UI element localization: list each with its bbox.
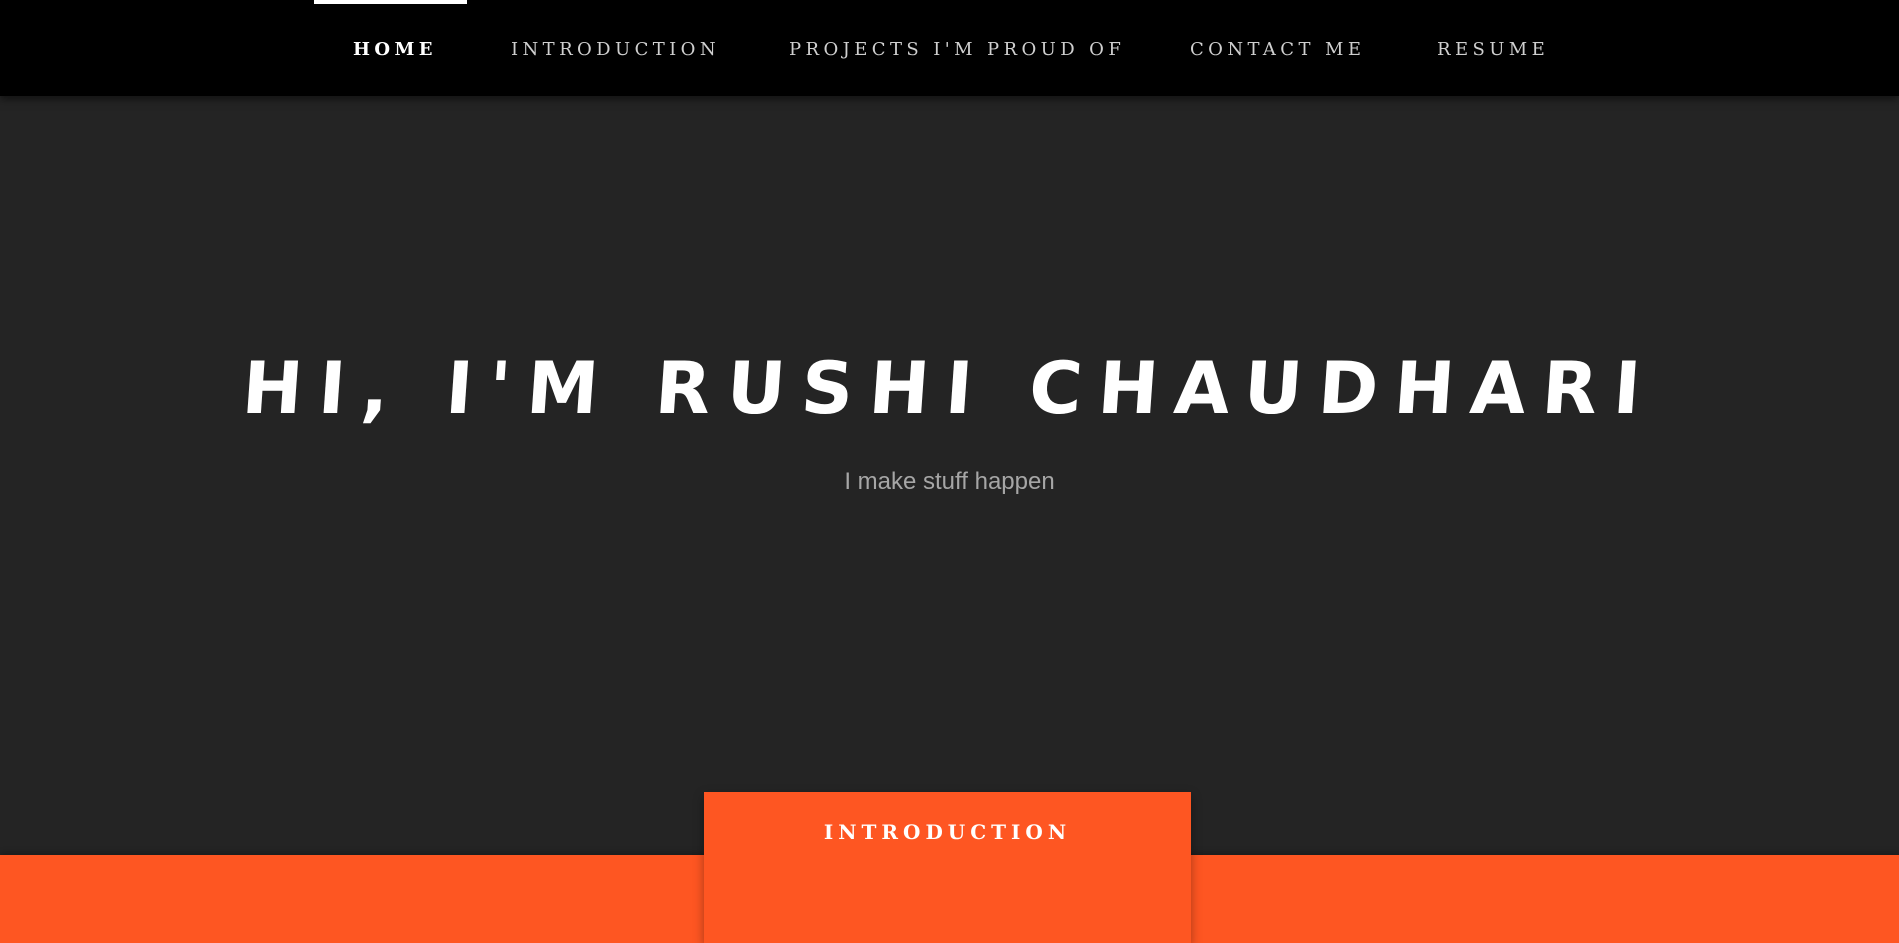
hero-subtitle: I make stuff happen xyxy=(844,468,1055,495)
hero-title: HI, I'M RUSHI CHAUDHARI xyxy=(239,346,1660,430)
introduction-section-tab-label: INTRODUCTION xyxy=(823,820,1072,844)
page: HOME INTRODUCTION PROJECTS I'M PROUD OF … xyxy=(0,0,1899,943)
top-navbar: HOME INTRODUCTION PROJECTS I'M PROUD OF … xyxy=(0,0,1899,96)
nav-item-resume[interactable]: RESUME xyxy=(1437,0,1549,96)
introduction-section-tab[interactable]: INTRODUCTION xyxy=(704,792,1191,943)
nav-item-projects[interactable]: PROJECTS I'M PROUD OF xyxy=(789,0,1125,96)
nav-item-home[interactable]: HOME xyxy=(353,0,437,96)
nav-item-introduction[interactable]: INTRODUCTION xyxy=(511,0,720,96)
hero-section: HI, I'M RUSHI CHAUDHARI I make stuff hap… xyxy=(0,96,1899,855)
nav-item-contact[interactable]: CONTACT ME xyxy=(1190,0,1365,96)
